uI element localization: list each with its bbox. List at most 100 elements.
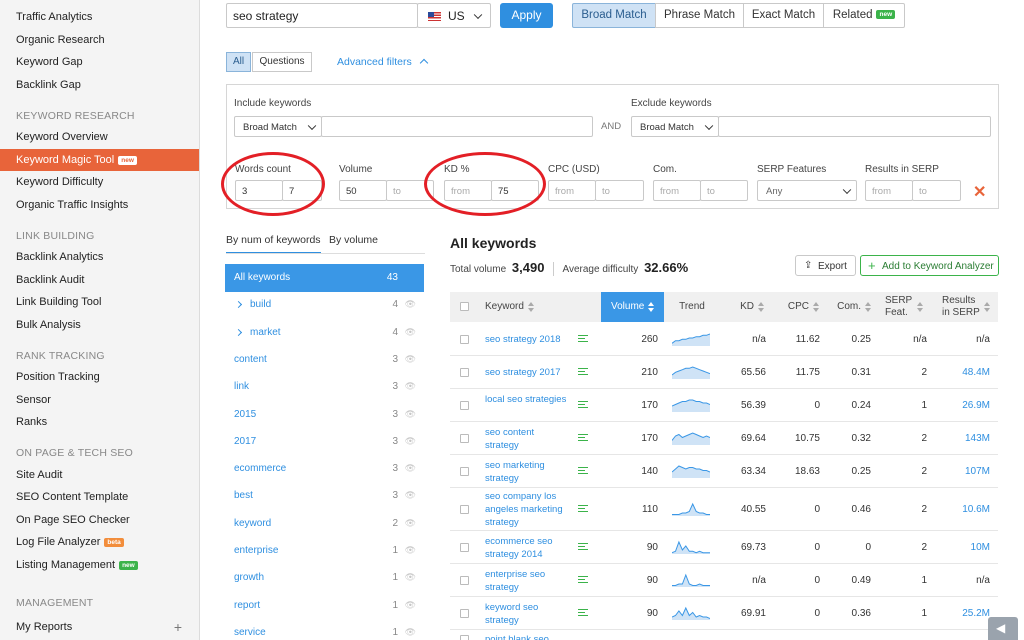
sidebar-item-position-tracking[interactable]: Position Tracking — [0, 366, 199, 388]
com-to-input[interactable]: to — [700, 180, 748, 201]
serp-features-icon[interactable] — [578, 367, 588, 376]
eye-icon[interactable]: 👁 — [405, 401, 416, 428]
col-kd[interactable]: KD — [720, 292, 770, 322]
apply-button[interactable]: Apply — [500, 3, 553, 28]
sidebar-item-organic-research[interactable]: Organic Research — [0, 29, 199, 51]
keyword-group-item[interactable]: All keywords 43 — [225, 264, 424, 292]
keyword-link[interactable]: seo strategy 2017 — [485, 366, 567, 379]
cpc-from-input[interactable]: from — [548, 180, 596, 201]
results-value[interactable]: 26.9M — [932, 400, 990, 411]
keyword-group-item[interactable]: enterprise 1 👁 — [225, 537, 424, 564]
eye-icon[interactable]: 👁 — [405, 373, 416, 400]
results-value[interactable]: 143M — [932, 433, 990, 444]
row-checkbox[interactable] — [460, 400, 469, 410]
row-checkbox[interactable] — [460, 335, 469, 344]
row-checkbox[interactable] — [460, 575, 469, 585]
results-from-input[interactable]: from — [865, 180, 913, 201]
col-cpc[interactable]: CPC — [770, 292, 825, 322]
col-results-in-serp[interactable]: Results in SERP — [932, 292, 998, 322]
sidebar-item-keyword-difficulty[interactable]: Keyword Difficulty — [0, 171, 199, 193]
keyword-group-item[interactable]: best 3 👁 — [225, 482, 424, 509]
serp-features-icon[interactable] — [578, 335, 588, 343]
sidebar-item-keyword-magic-tool[interactable]: Keyword Magic Tool new — [0, 149, 199, 171]
serp-features-icon[interactable] — [578, 542, 588, 551]
exclude-keywords-input[interactable] — [718, 116, 991, 137]
row-checkbox[interactable] — [460, 542, 469, 552]
clear-filters-close-icon[interactable]: ✕ — [973, 182, 986, 202]
serp-features-icon[interactable] — [578, 400, 588, 409]
feedback-button[interactable]: ◀ — [988, 617, 1018, 640]
results-to-input[interactable]: to — [912, 180, 961, 201]
keyword-link[interactable]: seo content strategy — [485, 426, 567, 452]
keyword-link[interactable]: local seo strategies — [485, 393, 567, 406]
keyword-group-item[interactable]: service 1 👁 — [225, 619, 424, 640]
row-checkbox[interactable] — [460, 504, 469, 514]
results-value[interactable]: 10.6M — [932, 504, 990, 515]
row-checkbox[interactable] — [460, 635, 469, 640]
sidebar-item-sensor[interactable]: Sensor — [0, 389, 199, 411]
include-match-select[interactable]: Broad Match — [234, 116, 322, 137]
serp-features-icon[interactable] — [578, 608, 588, 617]
keyword-link[interactable]: seo company los angeles marketing strate… — [485, 490, 567, 529]
sidebar-item-site-audit[interactable]: Site Audit — [0, 464, 199, 486]
sidebar-item-my-reports[interactable]: My Reports + — [0, 616, 199, 638]
include-keywords-input[interactable] — [321, 116, 593, 137]
keyword-group-item[interactable]: build 4 👁 — [225, 291, 424, 318]
serp-features-icon[interactable] — [578, 504, 588, 513]
add-to-keyword-analyzer-button[interactable]: + Add to Keyword Analyzer — [860, 255, 999, 276]
tab-all[interactable]: All — [226, 52, 251, 72]
row-checkbox[interactable] — [460, 608, 469, 618]
row-checkbox[interactable] — [460, 367, 469, 377]
sidebar-item-log-file-analyzer[interactable]: Log File Analyzer beta — [0, 531, 199, 553]
col-keyword[interactable]: Keyword — [479, 292, 601, 322]
keyword-group-item[interactable]: keyword 2 👁 — [225, 510, 424, 537]
keyword-link[interactable]: seo strategy 2018 — [485, 333, 567, 346]
tab-phrase-match[interactable]: Phrase Match — [655, 3, 744, 28]
com-from-input[interactable]: from — [653, 180, 701, 201]
eye-icon[interactable]: 👁 — [405, 510, 416, 537]
eye-icon[interactable]: 👁 — [405, 291, 416, 318]
serp-features-select[interactable]: Any — [757, 180, 857, 201]
results-value[interactable]: 10M — [932, 542, 990, 553]
keyword-group-item[interactable]: growth 1 👁 — [225, 564, 424, 591]
sidebar-item-backlink-analytics[interactable]: Backlink Analytics — [0, 246, 199, 268]
sidebar-item-link-building-tool[interactable]: Link Building Tool — [0, 291, 199, 313]
sidebar-item-keyword-gap[interactable]: Keyword Gap — [0, 51, 199, 73]
keyword-group-item[interactable]: content 3 👁 — [225, 346, 424, 373]
sidebar-item-listing-management[interactable]: Listing Management new — [0, 554, 199, 576]
chevron-right-icon[interactable] — [234, 328, 243, 336]
keyword-group-item[interactable]: 2015 3 👁 — [225, 401, 424, 428]
keyword-group-item[interactable]: 2017 3 👁 — [225, 428, 424, 455]
keyword-link[interactable]: keyword seo strategy — [485, 601, 567, 627]
eye-icon[interactable]: 👁 — [405, 564, 416, 591]
sidebar-item-on-page-seo-checker[interactable]: On Page SEO Checker — [0, 509, 199, 531]
keyword-group-item[interactable]: market 4 👁 — [225, 319, 424, 346]
results-value[interactable]: 25.2M — [932, 608, 990, 619]
sidebar-item-bulk-analysis[interactable]: Bulk Analysis — [0, 314, 199, 336]
tab-related[interactable]: Related new — [823, 3, 905, 28]
keyword-group-item[interactable]: link 3 👁 — [225, 373, 424, 400]
results-value[interactable]: 107M — [932, 466, 990, 477]
tab-by-num-keywords[interactable]: By num of keywords — [226, 234, 321, 254]
keyword-link[interactable]: seo marketing strategy — [485, 459, 567, 485]
eye-icon[interactable]: 👁 — [405, 619, 416, 640]
tab-exact-match[interactable]: Exact Match — [743, 3, 824, 28]
serp-features-icon[interactable] — [578, 433, 588, 442]
tab-by-volume[interactable]: By volume — [329, 234, 378, 246]
col-com[interactable]: Com. — [825, 292, 877, 322]
tab-questions[interactable]: Questions — [252, 52, 312, 72]
tab-broad-match[interactable]: Broad Match — [572, 3, 656, 28]
eye-icon[interactable]: 👁 — [405, 346, 416, 373]
sidebar-item-keyword-overview[interactable]: Keyword Overview — [0, 126, 199, 148]
col-serp-features[interactable]: SERP Feat. — [877, 292, 932, 322]
eye-icon[interactable]: 👁 — [405, 455, 416, 482]
serp-features-icon[interactable] — [578, 575, 588, 584]
keyword-group-item[interactable]: report 1 👁 — [225, 592, 424, 619]
cpc-to-input[interactable]: to — [595, 180, 644, 201]
sidebar-item-traffic-analytics[interactable]: Traffic Analytics — [0, 6, 199, 28]
keyword-link[interactable]: enterprise seo strategy — [485, 568, 567, 594]
col-volume[interactable]: Volume — [601, 292, 664, 322]
serp-features-icon[interactable] — [578, 466, 588, 475]
row-checkbox[interactable] — [460, 433, 469, 443]
sidebar-item-organic-traffic-insights[interactable]: Organic Traffic Insights — [0, 194, 199, 216]
